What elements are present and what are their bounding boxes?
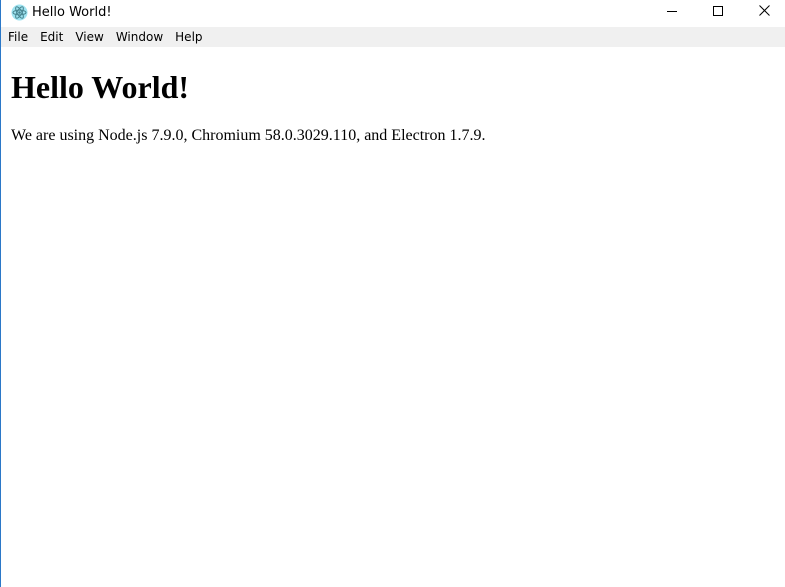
minimize-button[interactable] [649,0,695,24]
electron-icon [11,4,28,21]
title-bar[interactable]: Hello World! [1,0,785,27]
window-title: Hello World! [32,5,112,20]
app-window: Hello World! File Edit View Window Help [0,0,785,587]
menu-help[interactable]: Help [169,27,208,47]
close-icon [758,3,770,21]
menu-bar: File Edit View Window Help [1,27,785,47]
page-content: Hello World! We are using Node.js 7.9.0,… [1,47,785,587]
minimize-icon [667,3,677,21]
menu-view[interactable]: View [69,27,109,47]
menu-edit[interactable]: Edit [34,27,69,47]
page-title: Hello World! [11,69,190,105]
close-button[interactable] [741,0,785,24]
maximize-button[interactable] [695,0,741,24]
menu-window[interactable]: Window [110,27,169,47]
menu-file[interactable]: File [2,27,34,47]
version-info: We are using Node.js 7.9.0, Chromium 58.… [11,127,486,144]
maximize-icon [713,3,723,21]
